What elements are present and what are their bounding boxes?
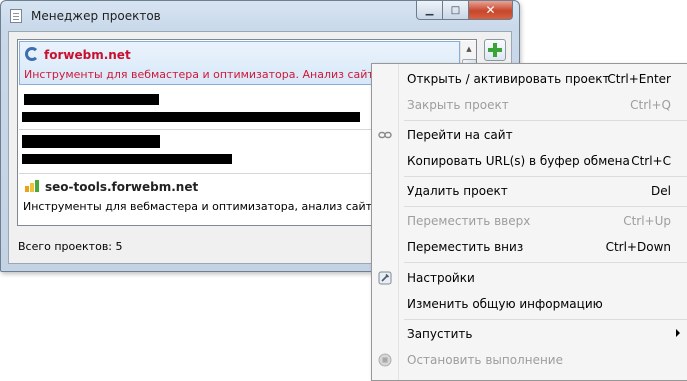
submenu-arrow-icon <box>676 329 680 337</box>
redacted-description <box>22 154 232 164</box>
add-project-button[interactable] <box>484 39 506 61</box>
menu-item-label: Переместить вверх <box>407 214 531 228</box>
menu-item-label: Изменить общую информацию <box>407 297 603 311</box>
menu-item-run[interactable]: Запустить <box>372 323 687 345</box>
menu-separator <box>404 262 687 263</box>
window-title: Менеджер проектов <box>31 9 161 23</box>
menu-separator <box>404 319 687 320</box>
menu-item-shortcut: Ctrl+Down <box>605 240 671 254</box>
menu-item-label: Запустить <box>407 327 473 341</box>
total-projects-label: Всего проектов: 5 <box>18 240 123 253</box>
menu-item-shortcut: Del <box>651 184 671 198</box>
redacted-name <box>24 94 159 105</box>
menu-item-copy-url[interactable]: Копировать URL(s) в буфер обмена Ctrl+C <box>372 150 687 172</box>
menu-item-label: Настройки <box>407 271 475 285</box>
link-icon <box>378 131 392 139</box>
swirl-logo-icon <box>25 47 39 61</box>
title-bar[interactable]: Менеджер проектов ▁ □ ✕ <box>1 1 519 31</box>
menu-item-label: Переместить вниз <box>407 240 524 254</box>
menu-item-shortcut: Ctrl+C <box>631 154 671 168</box>
menu-item-label: Удалить проект <box>407 184 508 198</box>
menu-separator <box>404 120 687 121</box>
stop-icon <box>378 353 392 367</box>
bar-chart-icon <box>25 180 39 192</box>
context-menu: Открыть / активировать проект Ctrl+Enter… <box>371 63 687 381</box>
menu-item-edit-info[interactable]: Изменить общую информацию <box>372 293 687 315</box>
menu-separator <box>404 206 687 207</box>
menu-item-go-to-site[interactable]: Перейти на сайт <box>372 124 687 146</box>
project-name: forwebm.net <box>44 48 131 62</box>
menu-item-label: Открыть / активировать проект <box>407 72 610 86</box>
redacted-description <box>22 112 360 122</box>
minimize-button[interactable]: ▁ <box>416 1 443 20</box>
menu-item-shortcut: Ctrl+Up <box>623 214 671 228</box>
project-name: seo-tools.forwebm.net <box>45 180 199 194</box>
menu-item-label: Перейти на сайт <box>407 128 513 142</box>
project-description: Инструменты для вебмастера и оптимизатор… <box>23 200 427 213</box>
project-description: Инструменты для вебмастера и оптимизатор… <box>24 68 429 81</box>
window-controls: ▁ □ ✕ <box>416 1 513 20</box>
settings-icon <box>378 271 392 285</box>
menu-item-label: Остановить выполнение <box>407 353 563 367</box>
app-icon <box>10 9 22 23</box>
menu-item-label: Копировать URL(s) в буфер обмена <box>407 154 630 168</box>
menu-item-stop[interactable]: Остановить выполнение <box>372 349 687 371</box>
menu-item-shortcut: Ctrl+Enter <box>607 72 671 86</box>
menu-item-settings[interactable]: Настройки <box>372 267 687 289</box>
menu-item-move-down[interactable]: Переместить вниз Ctrl+Down <box>372 236 687 258</box>
close-button[interactable]: ✕ <box>469 1 513 20</box>
menu-item-open-project[interactable]: Открыть / активировать проект Ctrl+Enter <box>372 68 687 90</box>
menu-item-close-project[interactable]: Закрыть проект Ctrl+Q <box>372 94 687 116</box>
scroll-up-arrow-icon[interactable]: ▲ <box>461 41 476 57</box>
maximize-button[interactable]: □ <box>443 1 469 20</box>
menu-item-label: Закрыть проект <box>407 98 509 112</box>
menu-separator <box>404 176 687 177</box>
menu-item-move-up[interactable]: Переместить вверх Ctrl+Up <box>372 210 687 232</box>
redacted-name <box>22 135 160 148</box>
menu-item-shortcut: Ctrl+Q <box>630 98 671 112</box>
menu-item-delete-project[interactable]: Удалить проект Del <box>372 180 687 202</box>
